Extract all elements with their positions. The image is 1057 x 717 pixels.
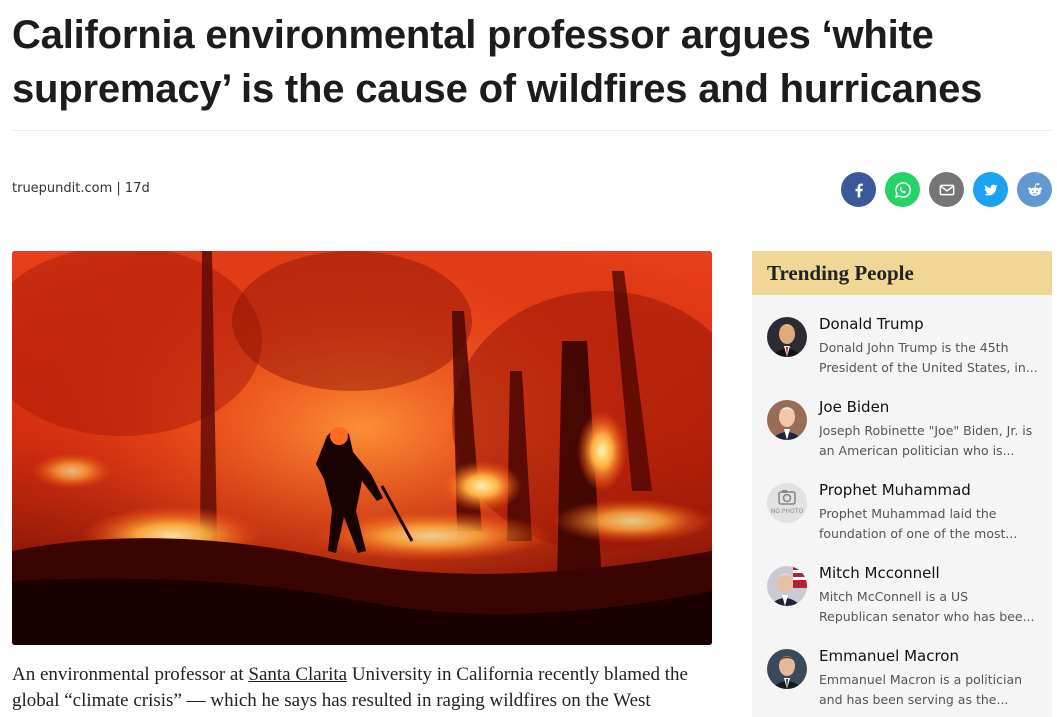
- person-name: Mitch Mcconnell: [819, 564, 940, 582]
- trending-person-mitch-mcconnell[interactable]: Mitch Mcconnell Mitch McConnell is a US …: [767, 564, 1047, 634]
- person-name: Donald Trump: [819, 315, 924, 333]
- avatar: [767, 649, 807, 689]
- reddit-share-button[interactable]: [1017, 172, 1052, 207]
- person-description: Mitch McConnell is a US Republican senat…: [819, 589, 1035, 624]
- trending-person-joe-biden[interactable]: Joe Biden Joseph Robinette "Joe" Biden, …: [767, 398, 1047, 468]
- twitter-icon: [983, 184, 998, 195]
- person-name: Prophet Muhammad: [819, 481, 971, 499]
- trending-person-emmanuel-macron[interactable]: Emmanuel Macron Emmanuel Macron is a pol…: [767, 647, 1047, 717]
- article-byline: truepundit.com | 17d: [12, 181, 150, 196]
- person-description: Prophet Muhammad laid the foundation of …: [819, 506, 1018, 541]
- person-name: Emmanuel Macron: [819, 647, 959, 665]
- whatsapp-icon: [894, 181, 911, 198]
- no-photo-icon: NO PHOTO: [767, 483, 807, 523]
- divider: [12, 130, 1052, 131]
- email-share-button[interactable]: [929, 172, 964, 207]
- trending-people-panel: Trending People Donald Trump Donald John…: [752, 251, 1052, 717]
- person-description: Emmanuel Macron is a politician and has …: [819, 672, 1023, 707]
- avatar: [767, 317, 807, 357]
- facebook-share-button[interactable]: [841, 172, 876, 207]
- whatsapp-share-button[interactable]: [885, 172, 920, 207]
- person-name: Joe Biden: [819, 398, 890, 416]
- person-description: Donald John Trump is the 45th President …: [819, 340, 1038, 375]
- email-icon: [939, 184, 954, 195]
- article-hero-image: [12, 251, 712, 645]
- avatar: [767, 400, 807, 440]
- article-body-paragraph: An environmental professor at Santa Clar…: [12, 662, 722, 714]
- trending-person-prophet-muhammad[interactable]: NO PHOTO Prophet Muhammad Prophet Muhamm…: [767, 481, 1047, 551]
- trending-person-donald-trump[interactable]: Donald Trump Donald John Trump is the 45…: [767, 315, 1047, 385]
- reddit-icon: [1027, 182, 1042, 196]
- avatar: [767, 566, 807, 606]
- body-text-start: An environmental professor at: [12, 664, 249, 685]
- person-description: Joseph Robinette "Joe" Biden, Jr. is an …: [819, 423, 1033, 458]
- facebook-icon: [855, 183, 863, 197]
- twitter-share-button[interactable]: [973, 172, 1008, 207]
- trending-people-title: Trending People: [752, 251, 1052, 295]
- santa-clarita-link[interactable]: Santa Clarita: [248, 664, 347, 685]
- share-bar: [841, 172, 1052, 207]
- svg-text:NO PHOTO: NO PHOTO: [771, 508, 804, 515]
- article-headline: California environmental professor argue…: [12, 13, 983, 111]
